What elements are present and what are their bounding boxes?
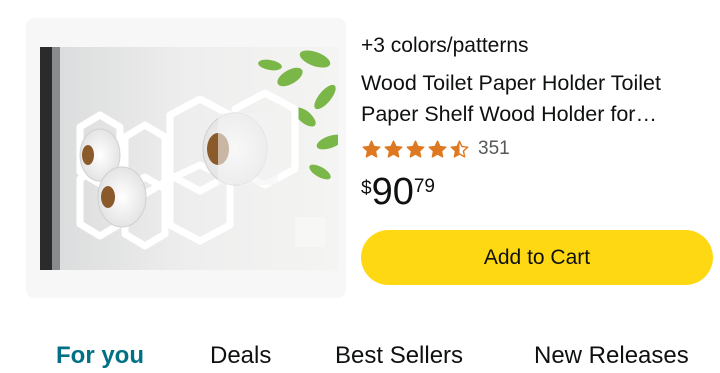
- product-photo-icon: [40, 47, 338, 270]
- star-half-icon: [450, 139, 469, 158]
- tab-deals[interactable]: Deals: [210, 342, 271, 370]
- star-full-icon: [406, 139, 425, 158]
- star-rating: [361, 139, 470, 160]
- product-image[interactable]: [40, 47, 338, 270]
- add-to-cart-button[interactable]: Add to Cart: [361, 230, 713, 285]
- rating-row[interactable]: 351: [361, 136, 510, 162]
- price-fraction: 79: [413, 176, 435, 197]
- tab-new-releases[interactable]: New Releases: [534, 342, 689, 370]
- price: $ 90 79: [361, 170, 435, 214]
- previous-item-fragment: [100, 0, 140, 4]
- price-whole: 90: [371, 171, 414, 213]
- color-variants-text[interactable]: +3 colors/patterns: [361, 34, 529, 58]
- tab-for-you[interactable]: For you: [56, 342, 144, 370]
- star-full-icon: [384, 139, 403, 158]
- star-full-icon: [362, 139, 381, 158]
- tab-best-sellers[interactable]: Best Sellers: [335, 342, 463, 370]
- price-currency-symbol: $: [361, 178, 372, 199]
- product-title[interactable]: Wood Toilet Paper Holder Toilet Paper Sh…: [361, 68, 711, 130]
- review-count: 351: [478, 138, 510, 159]
- star-full-icon: [428, 139, 447, 158]
- bottom-tab-bar: For you Deals Best Sellers New Releases: [0, 333, 720, 373]
